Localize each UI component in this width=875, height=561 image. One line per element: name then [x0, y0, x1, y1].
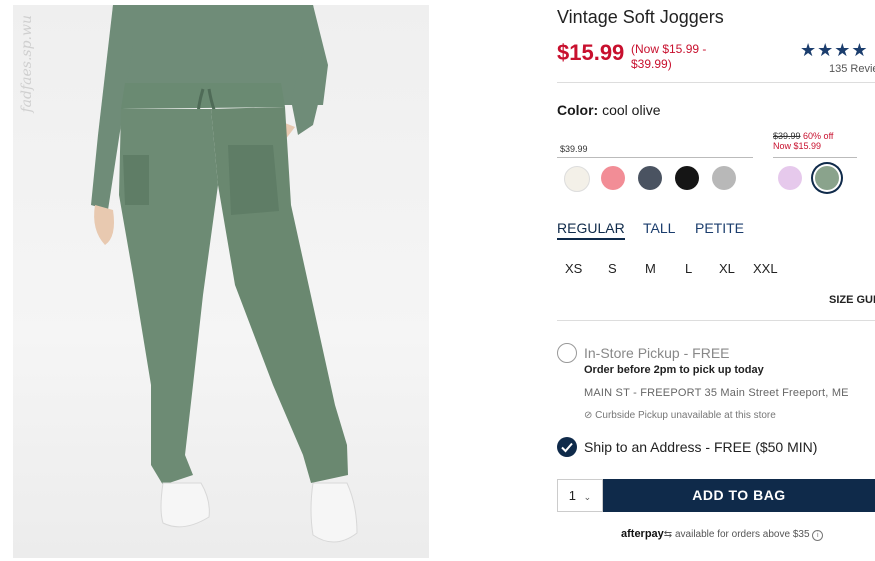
product-image[interactable]: fadfaes.sp.wu [13, 5, 429, 558]
fit-tab-tall[interactable]: TALL [643, 220, 675, 236]
size-guide-link[interactable]: SIZE GUI [829, 294, 875, 306]
afterpay-logo: afterpay [621, 528, 664, 540]
color-value: cool olive [602, 102, 661, 118]
sale-group-line [773, 157, 857, 158]
color-swatch[interactable] [815, 166, 839, 190]
sale-group-label: $39.99 60% off Now $15.99 [773, 131, 833, 151]
now-price: Now $15.99 [773, 141, 822, 151]
percent-off: 60% off [803, 131, 834, 141]
color-heading: Color: [557, 102, 599, 118]
pickup-note: Order before 2pm to pick up today [584, 364, 764, 376]
color-swatch[interactable] [675, 166, 699, 190]
afterpay-icon: ⇆ [663, 529, 673, 540]
size-option-xs[interactable]: XS [565, 261, 582, 276]
curbside-text: Curbside Pickup unavailable at this stor… [595, 410, 776, 421]
size-option-l[interactable]: L [685, 261, 692, 276]
was-price: $39.99 [773, 131, 801, 141]
color-swatch[interactable] [601, 166, 625, 190]
fit-tab-regular[interactable]: REGULAR [557, 220, 625, 240]
check-icon [561, 442, 573, 453]
color-label: Color: cool olive [557, 102, 660, 118]
curbside-note: ⊘ Curbside Pickup unavailable at this st… [584, 410, 776, 421]
price-range: (Now $15.99 - $39.99) [631, 42, 707, 71]
product-title: Vintage Soft Joggers [557, 7, 724, 27]
pickup-radio[interactable] [557, 343, 577, 363]
regular-group-line [557, 157, 753, 158]
afterpay-text: available for orders above $35 [674, 529, 810, 540]
color-swatch[interactable] [712, 166, 736, 190]
unavailable-icon: ⊘ [584, 410, 593, 421]
ship-title: Ship to an Address - FREE ($50 MIN) [584, 439, 818, 455]
rating-stars-icon[interactable]: ★★★★ [800, 40, 869, 61]
ship-radio-checked[interactable] [557, 437, 577, 457]
size-option-xl[interactable]: XL [719, 261, 735, 276]
sale-price: $15.99 [557, 40, 625, 65]
pickup-title: In-Store Pickup - FREE [584, 345, 730, 361]
divider [557, 82, 875, 83]
color-swatch[interactable] [638, 166, 662, 190]
regular-price-group-label: $39.99 [560, 144, 588, 154]
fit-tab-petite[interactable]: PETITE [695, 220, 744, 236]
quantity-value: 1 [568, 488, 577, 503]
divider [557, 320, 875, 321]
color-swatch[interactable] [778, 166, 802, 190]
store-location[interactable]: MAIN ST - FREEPORT 35 Main Street Freepo… [584, 387, 849, 399]
chevron-down-icon: ⌄ [583, 492, 592, 502]
review-count-link[interactable]: 135 Revie [829, 63, 875, 75]
joggers-illustration [91, 5, 358, 543]
afterpay-note: afterpay⇆ available for orders above $35… [621, 528, 824, 541]
add-to-bag-button[interactable]: ADD TO BAG [603, 479, 875, 512]
info-icon[interactable]: i [812, 530, 824, 541]
watermark-text: fadfaes.sp.wu [19, 15, 35, 113]
quantity-select[interactable]: 1 ⌄ [557, 479, 603, 512]
size-option-xxl[interactable]: XXL [753, 261, 778, 276]
color-swatch[interactable] [564, 166, 590, 192]
size-option-s[interactable]: S [608, 261, 617, 276]
size-option-m[interactable]: M [645, 261, 656, 276]
